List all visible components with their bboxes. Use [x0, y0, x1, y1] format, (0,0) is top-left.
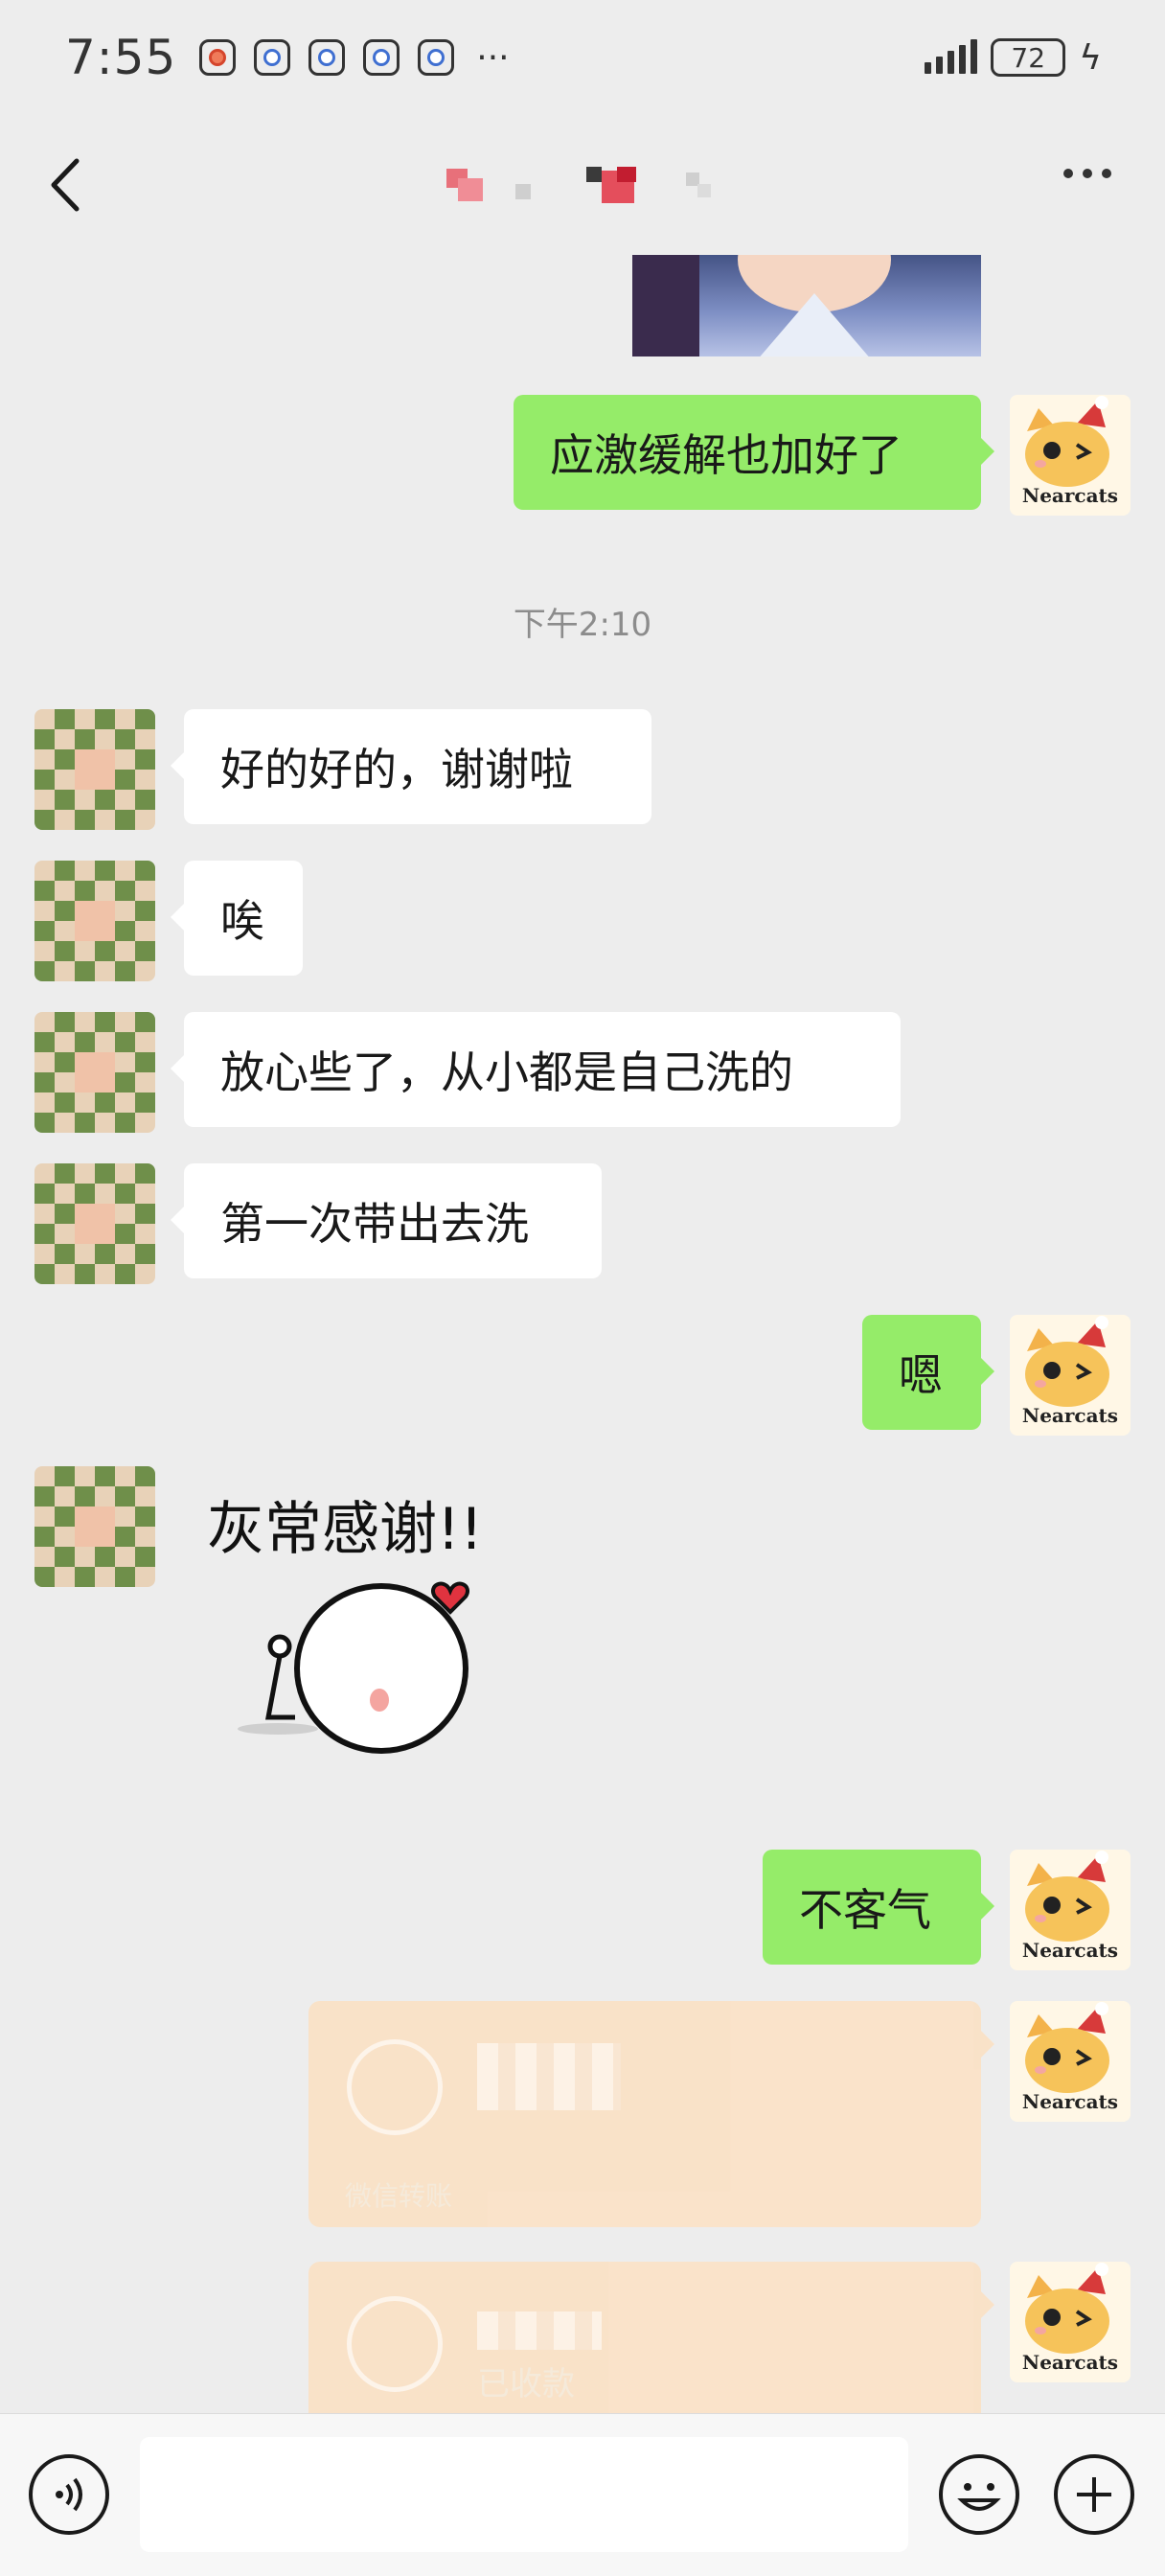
voice-icon — [56, 2477, 82, 2512]
avatar[interactable] — [34, 1163, 155, 1284]
message-text: 唉 — [220, 895, 264, 947]
message-bubble-sent[interactable]: 嗯 — [862, 1315, 994, 1430]
svg-text:Nearcats: Nearcats — [1022, 484, 1118, 507]
message-bubble-received[interactable]: 好的好的，谢谢啦 — [171, 709, 651, 824]
message-text: 嗯 — [899, 1349, 943, 1401]
notification-app-icon — [254, 39, 291, 76]
avatar[interactable] — [34, 1466, 155, 1587]
emoji-button[interactable] — [939, 2454, 1019, 2535]
cat-avatar-icon: Nearcats — [1010, 395, 1131, 516]
avatar[interactable]: Nearcats — [1010, 2262, 1131, 2382]
message-bubble-received[interactable]: 唉 — [171, 861, 303, 976]
more-functions-button[interactable] — [1054, 2454, 1134, 2535]
avatar[interactable] — [34, 861, 155, 981]
message-text: 第一次带出去洗 — [220, 1198, 529, 1250]
message-text: 应激缓解也加好了 — [550, 429, 902, 481]
chat-title — [446, 167, 734, 205]
message-text: 不客气 — [799, 1884, 931, 1936]
status-time: 7:55 — [65, 30, 177, 85]
message-text: 好的好的，谢谢啦 — [220, 744, 573, 795]
back-icon[interactable] — [42, 151, 90, 218]
transfer-icon — [347, 2039, 443, 2135]
transfer-card[interactable]: 已收款 — [308, 2262, 994, 2413]
notification-app-icon — [199, 39, 237, 76]
shared-image[interactable] — [632, 255, 981, 356]
plus-icon — [1077, 2477, 1111, 2512]
avatar[interactable]: Nearcats — [1010, 395, 1131, 516]
more-options-icon[interactable] — [1063, 169, 1111, 178]
message-bubble-sent[interactable]: 应激缓解也加好了 — [514, 395, 994, 510]
avatar[interactable]: Nearcats — [1010, 2001, 1131, 2122]
avatar[interactable]: Nearcats — [1010, 1315, 1131, 1436]
charging-icon: ϟ — [1079, 37, 1102, 78]
sticker[interactable]: 灰常感谢!! — [199, 1482, 515, 1798]
transfer-caption: 已收款 — [477, 2365, 575, 2404]
message-bubble-received[interactable]: 放心些了，从小都是自己洗的 — [171, 1012, 901, 1127]
status-bar: 7:55 ··· 72 ϟ — [0, 0, 1165, 115]
transfer-card[interactable]: 微信转账 — [308, 2001, 994, 2227]
message-text: 放心些了，从小都是自己洗的 — [220, 1046, 793, 1098]
signal-icon — [925, 39, 978, 74]
message-bubble-sent[interactable]: 不客气 — [763, 1850, 994, 1965]
avatar[interactable] — [34, 1012, 155, 1133]
input-bar — [0, 2413, 1165, 2576]
notification-icons: ··· — [199, 37, 510, 78]
avatar[interactable]: Nearcats — [1010, 1850, 1131, 1970]
cat-avatar-icon: Nearcats — [1010, 2001, 1131, 2122]
transfer-caption: 微信转账 — [345, 2180, 453, 2212]
notification-app-icon — [363, 39, 400, 76]
notification-app-icon — [308, 39, 346, 76]
more-notifications-icon: ··· — [476, 37, 510, 78]
message-input[interactable] — [140, 2437, 908, 2552]
cat-avatar-icon: Nearcats — [1010, 2262, 1131, 2382]
svg-text:Nearcats: Nearcats — [1022, 1404, 1118, 1427]
voice-input-button[interactable] — [29, 2454, 109, 2535]
avatar[interactable] — [34, 709, 155, 830]
check-icon — [347, 2296, 443, 2392]
message-bubble-received[interactable]: 第一次带出去洗 — [171, 1163, 602, 1278]
svg-text:Nearcats: Nearcats — [1022, 2090, 1118, 2113]
battery-icon: 72 — [991, 38, 1066, 77]
chat-history[interactable]: 应激缓解也加好了 Nearcats 下午2:10 好的好的，谢谢啦 唉 放心些了… — [0, 255, 1165, 2413]
svg-text:Nearcats: Nearcats — [1022, 1939, 1118, 1962]
chat-header — [0, 115, 1165, 255]
notification-app-icon — [418, 39, 455, 76]
timestamp: 下午2:10 — [513, 606, 652, 644]
cat-avatar-icon: Nearcats — [1010, 1315, 1131, 1436]
cat-avatar-icon: Nearcats — [1010, 1850, 1131, 1970]
emoji-icon — [957, 2483, 1001, 2511]
svg-text:Nearcats: Nearcats — [1022, 2351, 1118, 2374]
sticker-text: 灰常感谢!! — [207, 1496, 483, 1563]
